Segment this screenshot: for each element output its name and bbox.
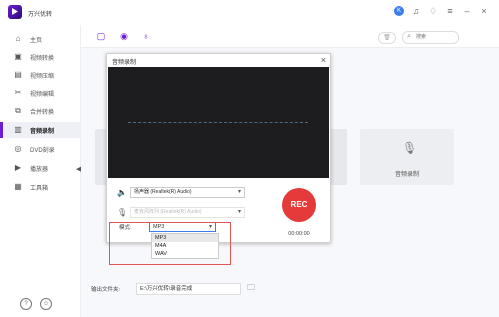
sidebar-item-label: 音频录制	[30, 128, 55, 135]
audio-record-icon: ▥	[14, 125, 22, 134]
help-icon[interactable]: ?	[20, 298, 32, 310]
rec-button[interactable]: REC	[282, 188, 316, 222]
sidebar-item-label: 工具箱	[30, 185, 49, 192]
webcam-icon[interactable]: ◉	[119, 31, 129, 41]
record-timer: 00:00:00	[288, 231, 310, 237]
delete-button[interactable]: 🗑	[378, 32, 396, 44]
sidebar-item-toolbox[interactable]: ▦ 工具箱	[0, 179, 80, 195]
search-icon: ⌕	[407, 33, 411, 40]
toolbox-icon: ▦	[14, 182, 22, 191]
search-box: ⌕	[402, 31, 459, 44]
title-bar: 万兴优转 K ♫ ♢ ≡ – ×	[0, 0, 499, 25]
sidebar-item-home[interactable]: ⌂ 主页	[0, 31, 80, 47]
minimize-icon[interactable]: –	[462, 6, 472, 16]
sidebar-item-video-convert[interactable]: ▣ 视频转换	[0, 49, 80, 65]
sidebar-item-label: 播放器	[30, 166, 49, 173]
merge-icon: ⧉	[15, 106, 21, 115]
microphone-row: 🎙 麦克风阵列 (Realtek(R) Audio)	[117, 206, 245, 218]
audio-record-card[interactable]: 🎙 音频录制	[360, 129, 454, 185]
sidebar-item-dvd[interactable]: ◎ DVD刻录	[0, 141, 80, 157]
toolbar: ▢ ◉ ♁ 🗑 ⌕	[81, 25, 499, 48]
sidebar-item-label: 视频编辑	[30, 91, 55, 98]
sidebar-item-player[interactable]: ▶ 播放器	[0, 160, 80, 176]
webcam-record-card[interactable]	[329, 129, 347, 185]
app-title: 万兴优转	[28, 12, 53, 18]
edit-icon: ✂	[14, 88, 22, 97]
audio-record-dialog: 音频录制 × 🔈 扬声器 (Realtek(R) Audio) 🎙 麦克风阵列 …	[106, 53, 331, 259]
headset-icon[interactable]: ♫	[411, 6, 421, 16]
sidebar-item-label: DVD刻录	[30, 147, 55, 154]
sidebar: ⌂ 主页 ▣ 视频转换 ▤ 视频压缩 ✂ 视频编辑 ⧉ 合并转换 ▥ 音频录制 …	[0, 25, 81, 317]
menu-icon[interactable]: ≡	[445, 6, 455, 16]
window-controls: K ♫ ♢ ≡ – ×	[394, 6, 489, 16]
compress-icon: ▤	[14, 70, 22, 79]
dvd-icon: ◎	[14, 144, 22, 153]
sidebar-item-label: 视频压缩	[30, 73, 55, 80]
feedback-icon[interactable]: ☺	[40, 298, 52, 310]
folder-icon[interactable]: 🗀	[247, 282, 255, 296]
speaker-select[interactable]: 扬声器 (Realtek(R) Audio)	[130, 186, 245, 198]
app-logo-icon	[8, 5, 22, 19]
speaker-row: 🔈 扬声器 (Realtek(R) Audio)	[117, 186, 245, 198]
output-folder-row: 输出文件夹: E:\万兴优转\录音完成 🗀	[91, 283, 255, 295]
microphone-select[interactable]: 麦克风阵列 (Realtek(R) Audio)	[130, 206, 245, 218]
microphone-icon[interactable]: 🎙	[117, 208, 127, 217]
waveform-line	[128, 122, 308, 123]
player-icon: ▶	[14, 163, 22, 172]
microphone-icon[interactable]: ♁	[141, 31, 151, 41]
search-input[interactable]	[416, 33, 454, 41]
sidebar-footer: ? ☺	[20, 298, 52, 310]
highlight-box	[109, 222, 231, 265]
sidebar-item-label: 主页	[30, 37, 43, 44]
sidebar-item-merge[interactable]: ⧉ 合并转换	[0, 103, 80, 119]
home-icon: ⌂	[15, 34, 21, 43]
sidebar-item-video-edit[interactable]: ✂ 视频编辑	[0, 85, 80, 101]
microphone-icon: 🎙	[402, 141, 418, 155]
output-folder-label: 输出文件夹:	[91, 287, 121, 293]
close-icon[interactable]: ×	[479, 6, 489, 16]
convert-icon: ▣	[14, 52, 22, 61]
audio-record-card-label: 音频录制	[394, 172, 419, 178]
output-folder-path[interactable]: E:\万兴优转\录音完成	[136, 283, 242, 295]
screen-record-icon[interactable]: ▢	[96, 31, 106, 41]
sidebar-item-label: 合并转换	[30, 109, 55, 116]
sidebar-item-video-compress[interactable]: ▤ 视频压缩	[0, 67, 80, 83]
sidebar-item-audio-record[interactable]: ▥ 音频录制	[0, 122, 80, 138]
avatar-icon[interactable]: K	[394, 6, 404, 16]
audio-waveform-preview	[108, 67, 329, 178]
sidebar-item-label: 视频转换	[30, 55, 55, 62]
close-icon[interactable]: ×	[321, 55, 326, 65]
speaker-icon[interactable]: 🔈	[117, 188, 127, 197]
gift-icon[interactable]: ♢	[428, 6, 438, 16]
dialog-title: 音频录制	[112, 60, 137, 66]
